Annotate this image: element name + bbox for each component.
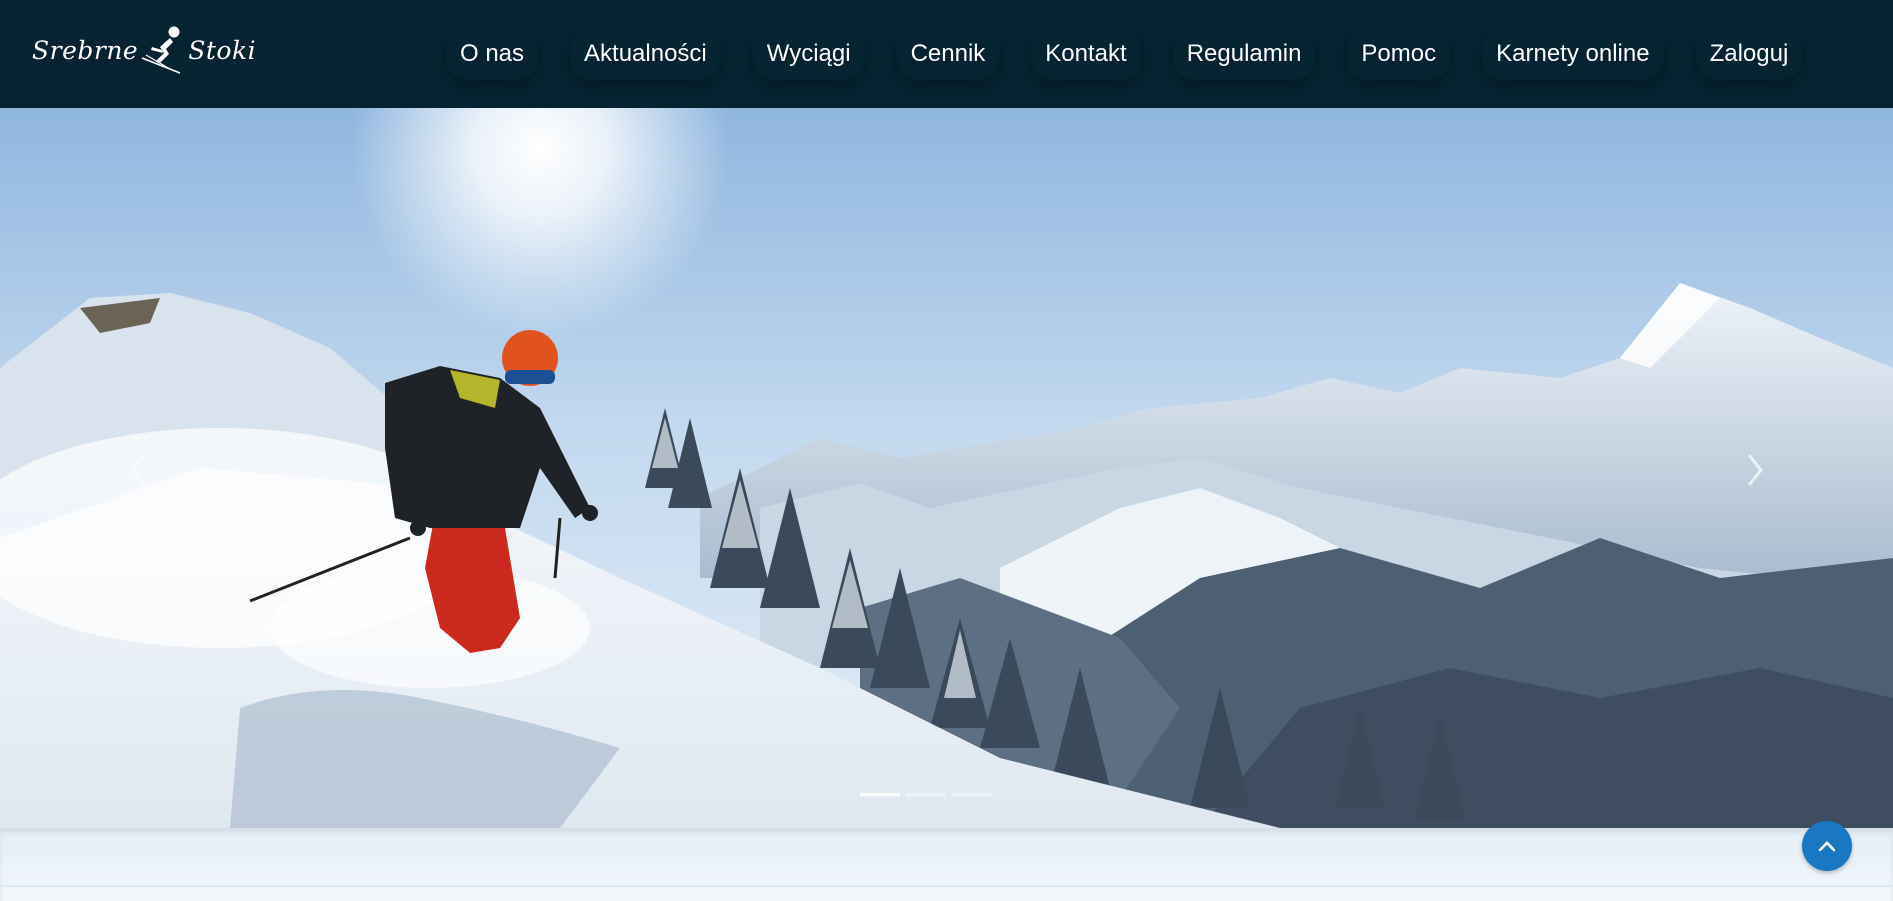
carousel-next[interactable] bbox=[1735, 445, 1775, 495]
carousel-indicator-3[interactable] bbox=[952, 793, 992, 796]
nav-item-kontakt[interactable]: Kontakt bbox=[1031, 28, 1140, 80]
nav-item-pomoc[interactable]: Pomoc bbox=[1347, 28, 1450, 80]
carousel-indicator-2[interactable] bbox=[906, 793, 946, 796]
carousel-indicators bbox=[860, 793, 992, 796]
main-navigation: O nas Aktualności Wyciągi Cennik Kontakt… bbox=[446, 0, 1802, 108]
nav-item-cennik[interactable]: Cennik bbox=[897, 28, 1000, 80]
chevron-up-icon bbox=[1818, 841, 1836, 852]
site-logo[interactable]: Srebrne Stoki bbox=[32, 20, 256, 80]
content-section-top bbox=[0, 828, 1893, 901]
section-divider bbox=[0, 885, 1893, 887]
chevron-right-icon bbox=[1747, 454, 1763, 486]
nav-item-zaloguj[interactable]: Zaloguj bbox=[1696, 28, 1803, 80]
hero-carousel bbox=[0, 108, 1893, 828]
nav-item-o-nas[interactable]: O nas bbox=[446, 28, 538, 80]
skier-icon bbox=[141, 26, 181, 74]
logo-word-right: Stoki bbox=[188, 35, 257, 65]
nav-item-wyciagi[interactable]: Wyciągi bbox=[753, 28, 865, 80]
hero-slide-image bbox=[0, 108, 1893, 828]
scroll-to-top-button[interactable] bbox=[1802, 821, 1852, 871]
carousel-prev[interactable] bbox=[118, 445, 158, 495]
nav-item-aktualnosci[interactable]: Aktualności bbox=[570, 28, 721, 80]
nav-item-karnety-online[interactable]: Karnety online bbox=[1482, 28, 1663, 80]
carousel-indicator-1[interactable] bbox=[860, 793, 900, 796]
top-navbar: Srebrne Stoki O nas Aktualności Wyciągi … bbox=[0, 0, 1893, 108]
chevron-left-icon bbox=[130, 454, 146, 486]
nav-item-regulamin[interactable]: Regulamin bbox=[1173, 28, 1316, 80]
logo-word-left: Srebrne bbox=[32, 35, 139, 65]
